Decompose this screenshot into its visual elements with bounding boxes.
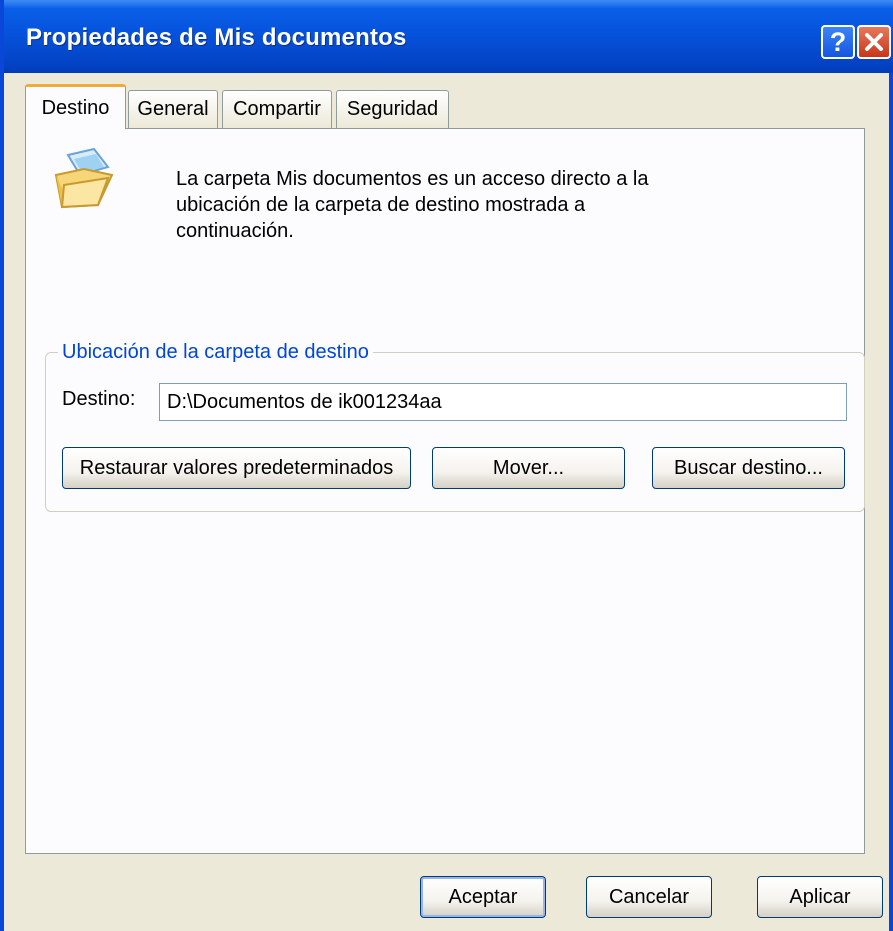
open-folder-icon: [54, 147, 114, 209]
target-path-input[interactable]: [159, 383, 847, 421]
restore-defaults-button[interactable]: Restaurar valores predeterminados: [62, 447, 411, 489]
find-target-button[interactable]: Buscar destino...: [652, 447, 845, 489]
description-text: La carpeta Mis documentos es un acceso d…: [176, 168, 649, 242]
help-button[interactable]: ?: [821, 25, 855, 59]
close-icon: [865, 33, 883, 51]
close-button[interactable]: [857, 25, 891, 59]
cancel-button[interactable]: Cancelar: [586, 876, 712, 918]
tab-seguridad[interactable]: Seguridad: [336, 90, 449, 128]
title-bar[interactable]: Propiedades de Mis documentos ?: [4, 0, 893, 73]
target-field-label: Destino:: [62, 388, 136, 410]
tab-destino[interactable]: Destino: [25, 84, 126, 129]
window-title: Propiedades de Mis documentos: [26, 24, 407, 51]
group-label: Ubicación de la carpeta de destino: [58, 341, 373, 364]
ok-button[interactable]: Aceptar: [420, 876, 546, 918]
help-icon: ?: [829, 26, 847, 57]
tab-compartir[interactable]: Compartir: [222, 90, 332, 128]
apply-button[interactable]: Aplicar: [757, 876, 883, 918]
tab-general[interactable]: General: [128, 90, 218, 128]
move-button[interactable]: Mover...: [432, 447, 625, 489]
